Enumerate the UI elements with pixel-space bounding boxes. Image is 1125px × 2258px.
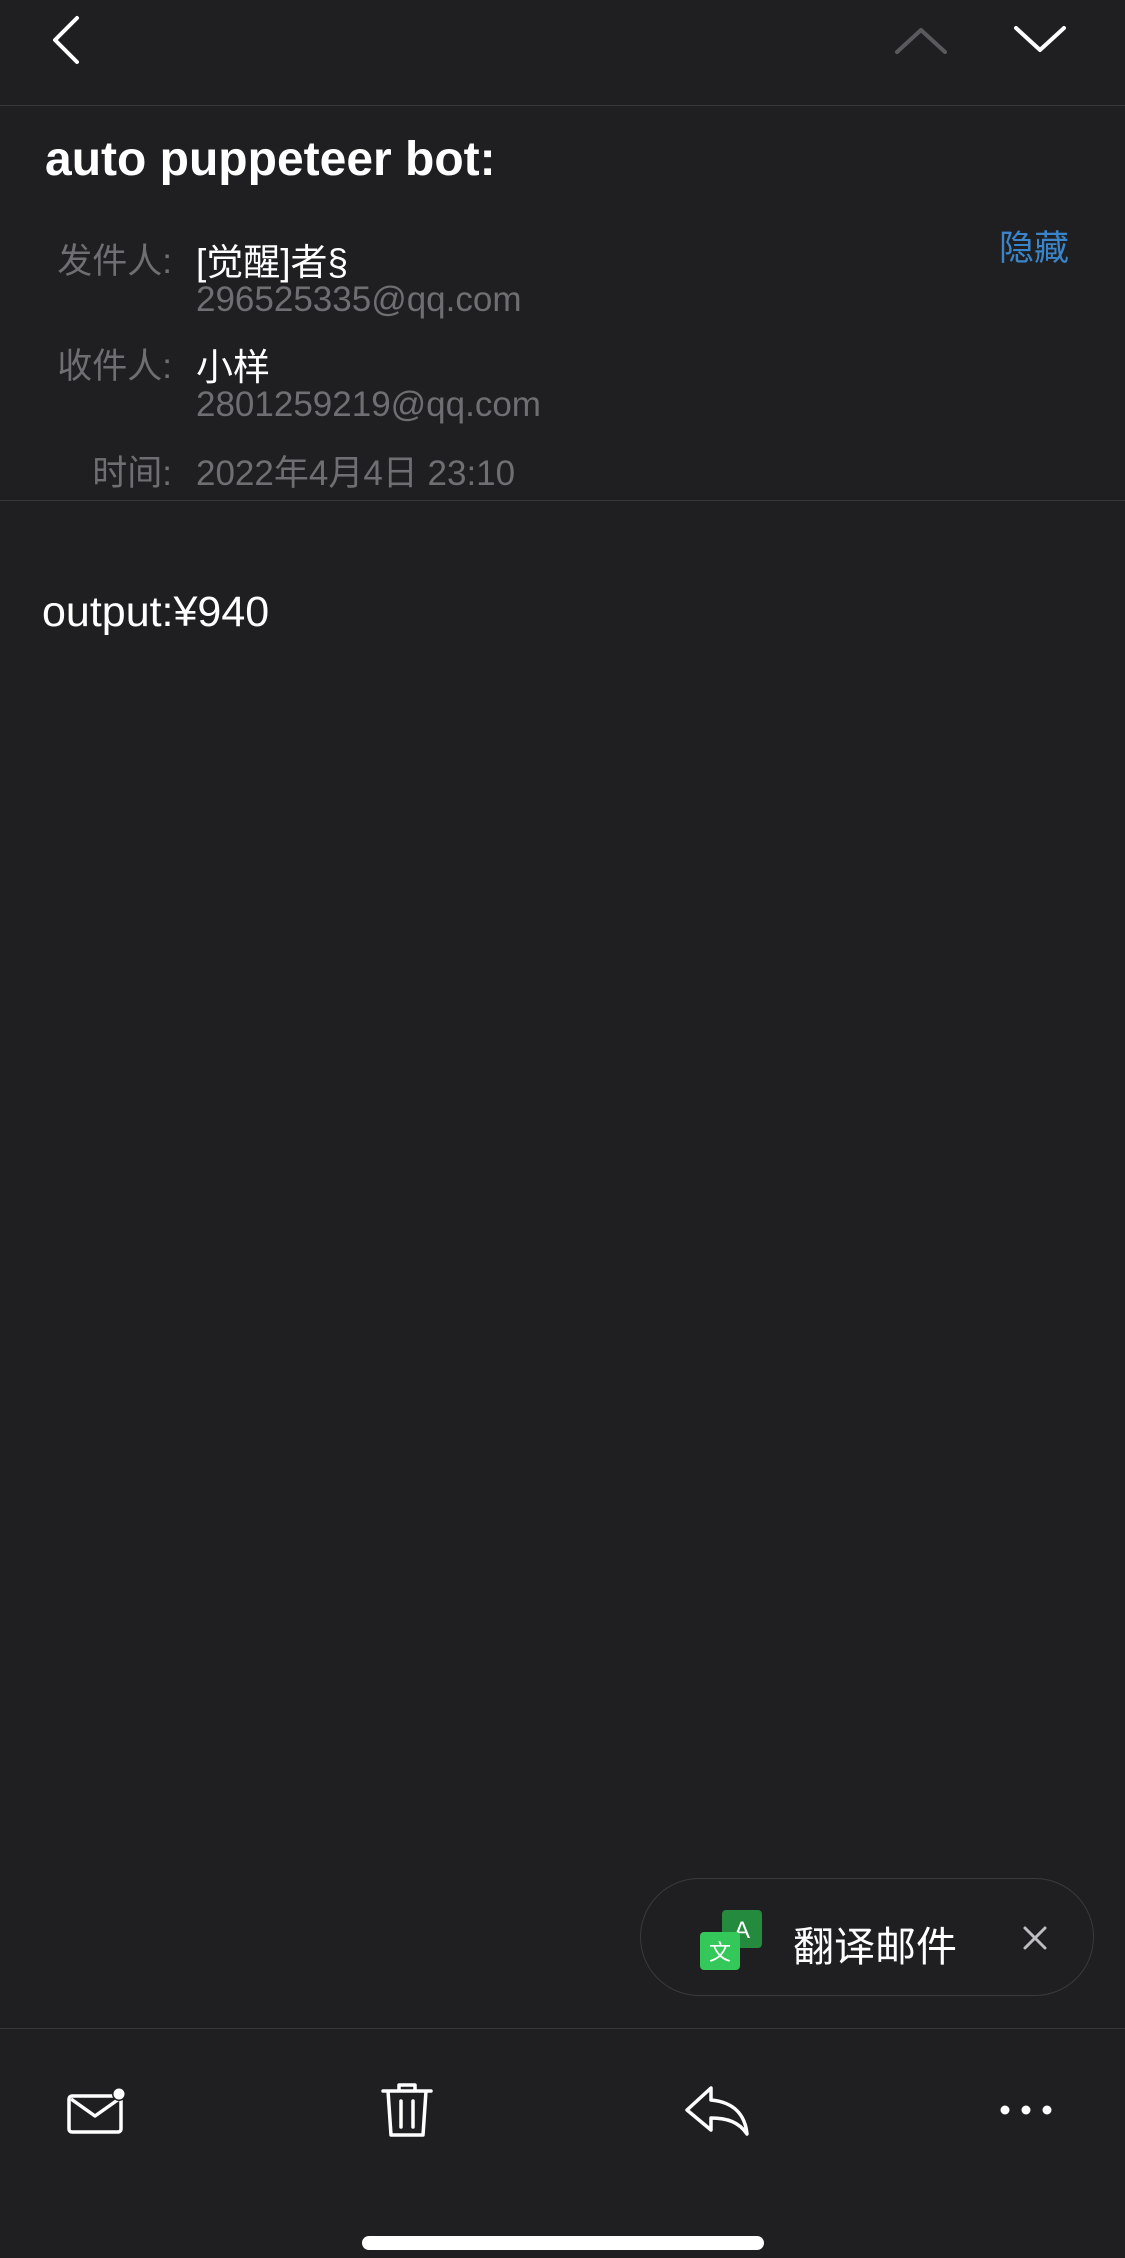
reply-button[interactable] bbox=[672, 2070, 762, 2150]
translate-mail-banner[interactable]: A 文 翻译邮件 bbox=[640, 1878, 1094, 1996]
home-indicator[interactable] bbox=[362, 2236, 764, 2250]
translate-mail-label[interactable]: 翻译邮件 bbox=[793, 1913, 957, 1973]
chevron-down-icon bbox=[1014, 26, 1066, 52]
toolbar-divider bbox=[0, 2028, 1125, 2029]
reply-icon bbox=[685, 2086, 749, 2136]
mail-subject: auto puppeteer bot: bbox=[45, 133, 496, 186]
next-mail-button[interactable] bbox=[995, 0, 1085, 80]
time-label-colon: : bbox=[162, 454, 172, 493]
to-label-text: 收件人 bbox=[57, 347, 163, 386]
translate-icon: A 文 bbox=[700, 1910, 762, 1970]
sent-time: 2022年4月4日 23:10 bbox=[196, 454, 516, 493]
chevron-left-icon bbox=[53, 16, 79, 64]
mail-body-text: output:¥940 bbox=[42, 588, 270, 636]
close-icon[interactable] bbox=[1015, 1918, 1055, 1958]
more-button[interactable] bbox=[981, 2070, 1071, 2150]
from-label: 发件人: bbox=[44, 233, 172, 284]
trash-icon bbox=[381, 2083, 433, 2137]
top-navigation-bar bbox=[0, 0, 1125, 106]
sender-email[interactable]: 296525335@qq.com bbox=[196, 280, 522, 320]
hide-details-link[interactable]: 隐藏 bbox=[999, 220, 1069, 271]
from-label-text: 发件人 bbox=[57, 242, 163, 281]
sender-name[interactable]: [觉醒]者§ bbox=[196, 232, 348, 286]
svg-text:文: 文 bbox=[709, 1941, 731, 1966]
header-divider bbox=[0, 500, 1125, 501]
delete-button[interactable] bbox=[362, 2070, 452, 2150]
previous-mail-button[interactable] bbox=[876, 0, 966, 80]
time-label: 时间: bbox=[44, 445, 172, 496]
recipient-name[interactable]: 小样 bbox=[196, 337, 270, 391]
mail-unread-icon bbox=[67, 2087, 126, 2134]
to-label-colon: : bbox=[162, 347, 172, 386]
to-label: 收件人: bbox=[44, 338, 172, 389]
more-icon bbox=[1000, 2105, 1052, 2115]
chevron-up-icon bbox=[895, 28, 947, 54]
from-label-colon: : bbox=[162, 242, 172, 281]
mark-unread-button[interactable] bbox=[52, 2070, 142, 2150]
time-label-text: 时间 bbox=[92, 454, 163, 493]
back-button[interactable] bbox=[20, 0, 110, 80]
recipient-email[interactable]: 2801259219@qq.com bbox=[196, 385, 541, 425]
